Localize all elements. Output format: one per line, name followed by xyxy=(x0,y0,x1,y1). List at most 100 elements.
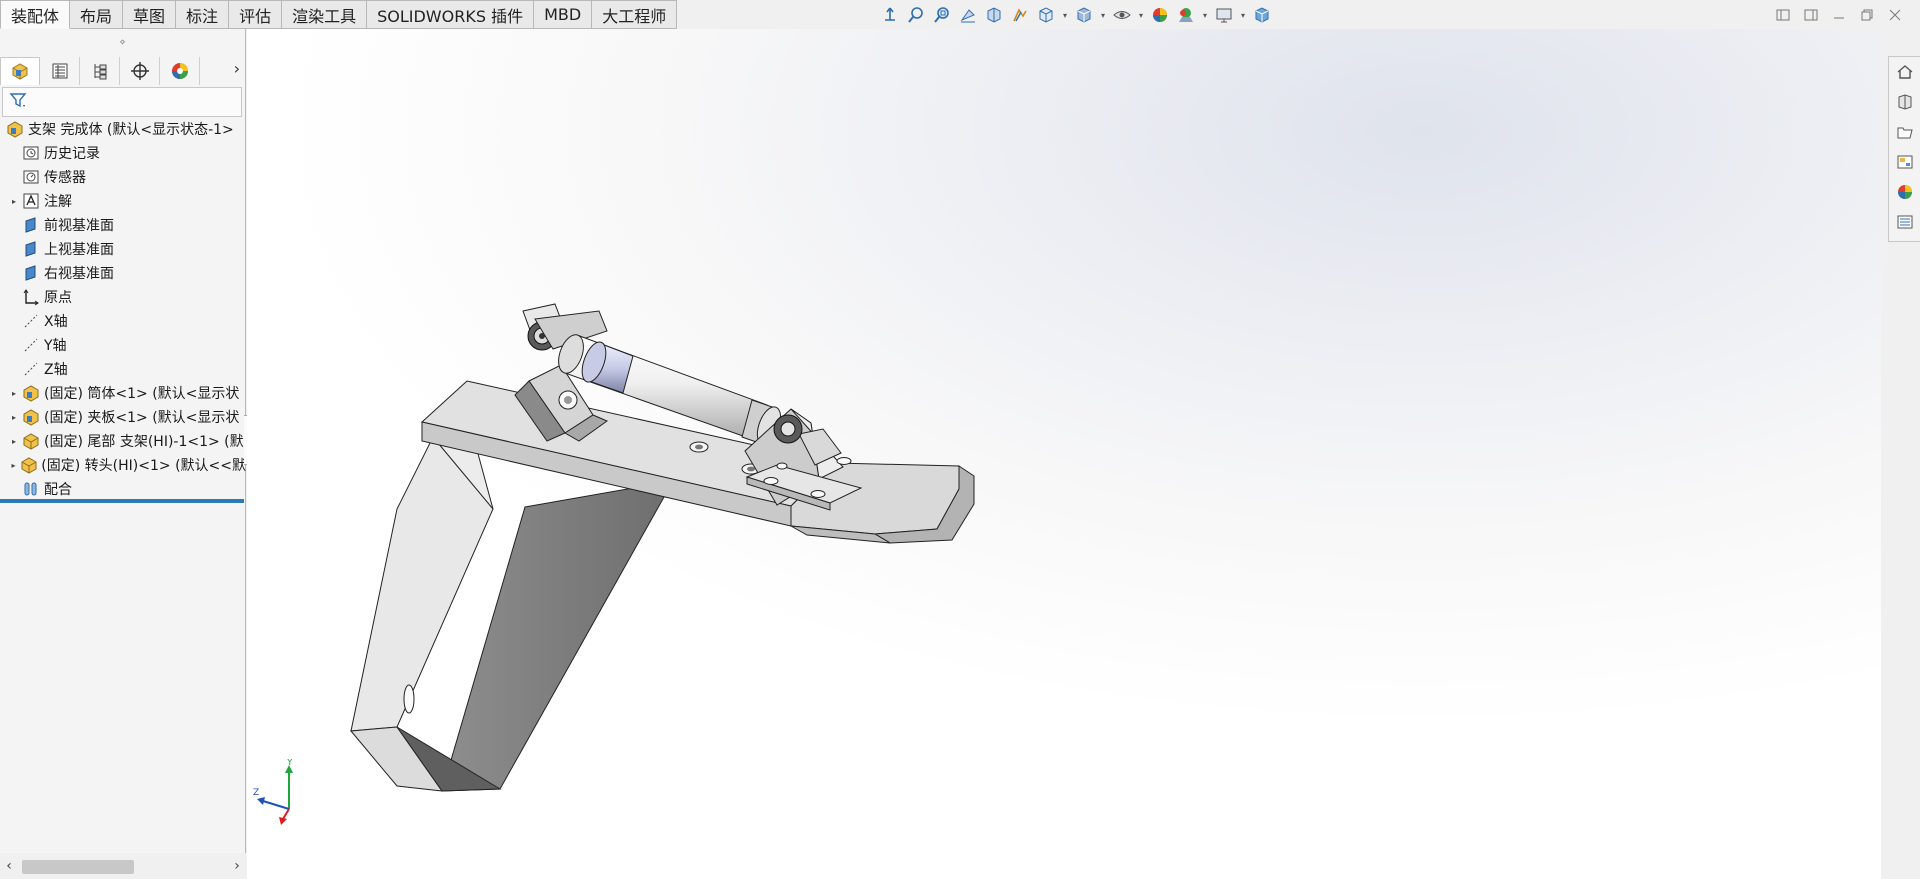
tab-1[interactable]: 布局 xyxy=(70,0,124,29)
dropdown-caret-icon[interactable]: ▾ xyxy=(1060,3,1070,27)
triad-y-label: Y xyxy=(286,759,293,768)
scroll-right-icon[interactable]: › xyxy=(228,858,246,874)
tab-label: 布局 xyxy=(80,6,113,26)
edit-appearance-icon[interactable] xyxy=(1148,3,1172,27)
cube-icon[interactable] xyxy=(1250,3,1274,27)
tree-node[interactable]: ▸ (固定) 筒体<1> (默认<显示状 xyxy=(0,381,246,405)
display-manager-icon[interactable] xyxy=(160,56,200,85)
tab-2[interactable]: 草图 xyxy=(123,0,177,29)
tree-node[interactable]: 传感器 xyxy=(0,165,246,189)
graphics-area[interactable]: Y Z xyxy=(247,29,1881,879)
tree-node[interactable]: Z轴 xyxy=(0,357,246,381)
filter-icon[interactable] xyxy=(9,91,27,113)
sensor-icon xyxy=(20,167,42,187)
dynamic-annotation-icon[interactable] xyxy=(1008,3,1032,27)
apply-scene-icon[interactable] xyxy=(1174,3,1198,27)
expand-arrow-icon[interactable]: ▸ xyxy=(8,413,20,422)
minimize-icon[interactable] xyxy=(1828,4,1850,26)
tree-node[interactable]: ▸ (固定) 尾部 支架(HI)-1<1> (默 xyxy=(0,429,246,453)
tree-node[interactable]: 配合 xyxy=(0,477,246,501)
appearances-scenes-icon[interactable] xyxy=(1891,177,1919,207)
view-orientation-icon[interactable] xyxy=(878,3,902,27)
tree-node-label: 注解 xyxy=(44,194,72,210)
scroll-thumb[interactable] xyxy=(22,860,134,874)
tab-6[interactable]: SOLIDWORKS 插件 xyxy=(367,0,535,29)
file-explorer-icon[interactable] xyxy=(1891,117,1919,147)
tree-node[interactable]: 历史记录 xyxy=(0,141,246,165)
section-view-icon[interactable] xyxy=(982,3,1006,27)
tile-right-icon[interactable] xyxy=(1800,4,1822,26)
tree-node-label: Y轴 xyxy=(44,338,67,354)
assembly-model[interactable] xyxy=(247,29,1881,879)
tree-node[interactable]: ▸ (固定) 夹板<1> (默认<显示状 xyxy=(0,405,246,429)
panel-grip[interactable]: ⋄ xyxy=(0,29,245,55)
more-tabs-chevron-icon[interactable]: › xyxy=(234,59,240,78)
rollback-bar[interactable] xyxy=(0,499,244,503)
tree-node[interactable]: 前视基准面 xyxy=(0,213,246,237)
subassembly-icon xyxy=(20,383,42,403)
history-icon xyxy=(20,143,42,163)
restore-icon[interactable] xyxy=(1856,4,1878,26)
dropdown-caret-icon[interactable]: ▾ xyxy=(1136,3,1146,27)
tree-node[interactable]: 原点 xyxy=(0,285,246,309)
scroll-left-icon[interactable]: ‹ xyxy=(0,858,18,874)
tree-node-label: 右视基准面 xyxy=(44,266,114,282)
view-settings-icon[interactable] xyxy=(1212,3,1236,27)
configuration-manager-icon[interactable] xyxy=(80,56,120,85)
design-library-icon[interactable] xyxy=(1891,87,1919,117)
tree-node-label: (固定) 尾部 支架(HI)-1<1> (默 xyxy=(44,434,244,450)
tree-node[interactable]: Y轴 xyxy=(0,333,246,357)
tab-0[interactable]: 装配体 xyxy=(0,0,71,29)
tree-node-label: (固定) 夹板<1> (默认<显示状 xyxy=(44,410,240,426)
tab-label: 评估 xyxy=(239,6,272,26)
tab-label: 装配体 xyxy=(11,6,60,26)
plane-icon xyxy=(20,263,42,283)
tab-7[interactable]: MBD xyxy=(534,0,593,29)
display-style-icon[interactable] xyxy=(1072,3,1096,27)
dropdown-caret-icon[interactable]: ▾ xyxy=(1098,3,1108,27)
tree-node[interactable]: X轴 xyxy=(0,309,246,333)
expand-arrow-icon[interactable]: ▸ xyxy=(8,437,20,446)
tree-filter[interactable] xyxy=(2,87,242,117)
dimxpert-icon[interactable] xyxy=(120,56,160,85)
zoom-area-icon[interactable] xyxy=(930,3,954,27)
close-icon[interactable] xyxy=(1884,4,1906,26)
axis-icon xyxy=(20,335,42,355)
solidworks-resources-icon[interactable] xyxy=(1891,57,1919,87)
hide-show-items-icon[interactable] xyxy=(1110,3,1134,27)
tree-node[interactable]: ▸ (固定) 转头(HI)<1> (默认<<默 xyxy=(0,453,246,477)
tree-node[interactable]: 上视基准面 xyxy=(0,237,246,261)
view-orientation-dropdown-icon[interactable] xyxy=(1034,3,1058,27)
tree-node[interactable]: 支架 完成体 (默认<显示状态-1> xyxy=(0,117,246,141)
tab-4[interactable]: 评估 xyxy=(229,0,283,29)
scroll-track[interactable] xyxy=(18,858,228,874)
tab-3[interactable]: 标注 xyxy=(176,0,230,29)
tree-node[interactable]: 右视基准面 xyxy=(0,261,246,285)
dropdown-caret-icon[interactable]: ▾ xyxy=(1200,3,1210,27)
expand-arrow-icon[interactable]: ▸ xyxy=(8,461,19,470)
reference-triad: Y Z xyxy=(253,759,293,825)
dropdown-caret-icon[interactable]: ▾ xyxy=(1238,3,1248,27)
tab-label: MBD xyxy=(544,5,582,24)
zoom-to-fit-icon[interactable] xyxy=(904,3,928,27)
feature-manager-icon[interactable] xyxy=(0,56,40,85)
mates-icon xyxy=(20,479,42,499)
plane-icon xyxy=(20,215,42,235)
tree-node-label: Z轴 xyxy=(44,362,68,378)
view-palette-icon[interactable] xyxy=(1891,147,1919,177)
feature-manager-panel: ⋄ › 支架 完成体 (默认<显示状态-1> 历史记录传感器 ▸ 注解前视基准面上视基… xyxy=(0,29,258,879)
property-manager-icon[interactable] xyxy=(40,56,80,85)
horizontal-scrollbar[interactable]: ‹ › xyxy=(0,853,246,879)
tile-left-icon[interactable] xyxy=(1772,4,1794,26)
tab-8[interactable]: 大工程师 xyxy=(592,0,678,29)
expand-arrow-icon[interactable]: ▸ xyxy=(8,197,20,206)
expand-arrow-icon[interactable]: ▸ xyxy=(8,389,20,398)
previous-view-icon[interactable] xyxy=(956,3,980,27)
tab-5[interactable]: 渲染工具 xyxy=(282,0,368,29)
tree-node[interactable]: ▸ 注解 xyxy=(0,189,246,213)
tree-node-label: 前视基准面 xyxy=(44,218,114,234)
task-pane xyxy=(1888,56,1920,242)
custom-properties-icon[interactable] xyxy=(1891,207,1919,237)
part-icon xyxy=(20,431,42,451)
tree-node-label: 历史记录 xyxy=(44,146,100,162)
